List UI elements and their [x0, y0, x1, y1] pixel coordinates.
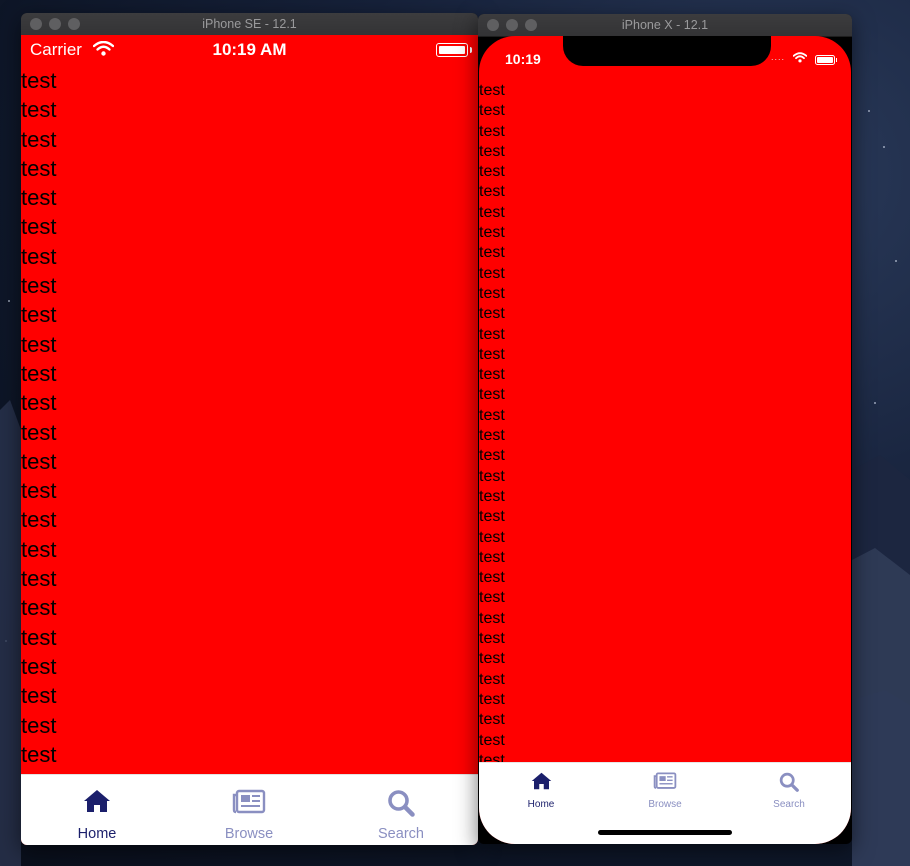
list-item: test [479, 366, 505, 384]
content-list[interactable]: test test test test test test test test test test… [21, 66, 56, 798]
list-item: test [479, 487, 505, 505]
wifi-icon [793, 52, 807, 63]
list-item: test [479, 345, 505, 363]
battery-icon [815, 55, 837, 65]
status-bar: Carrier 10:19 AM [21, 35, 478, 65]
list-item: test [479, 630, 505, 648]
list-item: test [21, 419, 57, 445]
tab-search[interactable]: Search [727, 763, 851, 813]
list-item: test [21, 185, 57, 211]
signal-icon: .... [770, 52, 785, 62]
list-item: test [479, 569, 505, 587]
list-item: test [479, 284, 505, 302]
tab-home[interactable]: Home [21, 775, 173, 845]
list-item: test [21, 126, 57, 152]
list-item: test [479, 589, 505, 607]
window-title: iPhone X - 12.1 [621, 18, 709, 32]
list-item: test [479, 224, 505, 242]
battery-icon [436, 43, 472, 57]
device-screen: Carrier 10:19 AM test test test test test tes… [21, 35, 478, 845]
list-item: test [479, 427, 505, 445]
tab-home[interactable]: Home [479, 763, 603, 813]
home-icon [84, 790, 110, 812]
list-item: test [21, 68, 57, 93]
list-item: test [479, 528, 505, 546]
list-item: test [21, 624, 57, 650]
list-item: test [479, 244, 505, 262]
list-item: test [479, 386, 505, 404]
list-item: test [21, 155, 57, 181]
list-item: test [21, 243, 57, 269]
list-item: test [479, 305, 505, 323]
iphone-x-simulator-window: iPhone X - 12.1 test test test test test test… [478, 14, 852, 844]
list-item: test [479, 142, 505, 160]
list-item: test [21, 273, 57, 299]
tab-bar: Home Browse Search [21, 774, 478, 845]
list-item: test [479, 690, 505, 708]
window-titlebar[interactable]: iPhone X - 12.1 [478, 14, 852, 37]
list-item: test [21, 360, 57, 386]
list-item: test [21, 741, 57, 767]
list-item: test [21, 595, 57, 621]
list-item: test [479, 650, 505, 668]
tab-browse[interactable]: Browse [603, 763, 727, 813]
list-item: test [21, 653, 57, 679]
newspaper-icon [232, 789, 266, 814]
list-item: test [21, 448, 57, 474]
list-item: test [21, 712, 57, 738]
list-item: test [21, 331, 57, 357]
list-item: test [21, 390, 57, 416]
list-item: test [479, 203, 505, 221]
list-item: test [21, 507, 57, 533]
status-time: 10:19 [505, 51, 541, 67]
list-item: test [479, 406, 505, 424]
list-item: test [479, 325, 505, 343]
list-item: test [479, 447, 505, 465]
list-item: test [479, 548, 505, 566]
tab-label: Browse [224, 826, 274, 842]
list-item: test [479, 183, 505, 201]
list-item: test [21, 214, 57, 240]
list-item: test [479, 731, 505, 749]
window-titlebar[interactable]: iPhone SE - 12.1 [21, 13, 478, 36]
tab-label: Home [527, 799, 555, 810]
tab-browse[interactable]: Browse [173, 775, 325, 845]
list-item: test [21, 536, 57, 562]
device-screen: test test test test test test test test test test… [479, 36, 851, 844]
tab-label: Search [773, 799, 805, 810]
list-item: test [21, 97, 57, 123]
tab-label: Home [77, 826, 117, 842]
list-item: test [479, 264, 505, 282]
status-time: 10:19 AM [212, 40, 287, 59]
newspaper-icon [653, 772, 677, 789]
home-icon [531, 772, 551, 790]
list-item: test [479, 102, 505, 120]
list-item: test [21, 683, 57, 709]
list-item: test [21, 302, 57, 328]
device-notch [563, 36, 771, 66]
home-indicator[interactable] [598, 830, 732, 835]
tab-search[interactable]: Search [325, 775, 477, 845]
list-item: test [479, 467, 505, 485]
search-icon [388, 790, 415, 817]
list-item: test [479, 508, 505, 526]
tab-label: Browse [648, 799, 682, 810]
list-item: test [479, 82, 505, 99]
list-item: test [479, 163, 505, 181]
list-item: test [479, 711, 505, 729]
list-item: test [479, 670, 505, 688]
iphone-se-simulator-window: iPhone SE - 12.1 Carrier 10:19 AM test te… [21, 13, 478, 845]
list-item: test [479, 609, 505, 627]
list-item: test [479, 122, 505, 140]
content-list[interactable]: test test test test test test test test test test… [479, 81, 505, 791]
list-item: test [21, 478, 57, 504]
list-item: test [21, 566, 57, 592]
window-title: iPhone SE - 12.1 [202, 17, 297, 31]
tab-label: Search [378, 826, 424, 842]
search-icon [779, 772, 799, 792]
